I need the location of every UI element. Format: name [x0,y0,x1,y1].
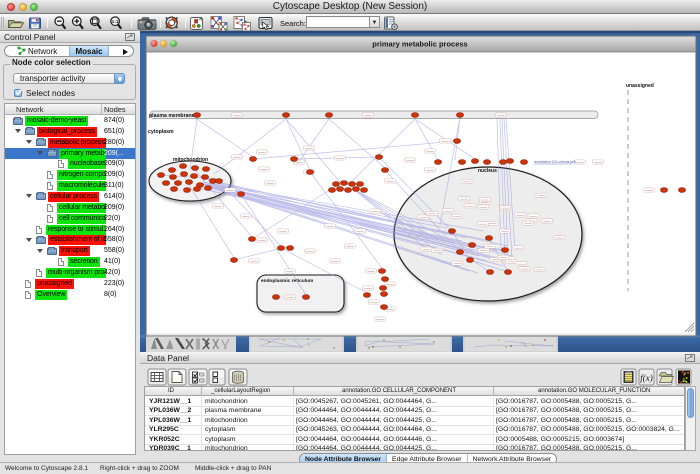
svg-text:f(x): f(x) [640,373,653,383]
svg-text:1:1: 1:1 [112,19,119,24]
svg-text:unassigned: unassigned [626,83,654,89]
svg-text:annotation.GO.cellular(all): annotation.GO.cellular(all) [534,160,576,164]
svg-text:primary metabolic process: primary metabolic process [372,40,467,49]
svg-text:mitochondrion: mitochondrion [173,157,208,163]
svg-text:nucleus: nucleus [478,168,497,174]
svg-text:cytoplasm: cytoplasm [148,129,174,135]
svg-text:endoplasmic reticulum: endoplasmic reticulum [261,278,313,284]
svg-text:plasma membrane: plasma membrane [149,113,195,119]
